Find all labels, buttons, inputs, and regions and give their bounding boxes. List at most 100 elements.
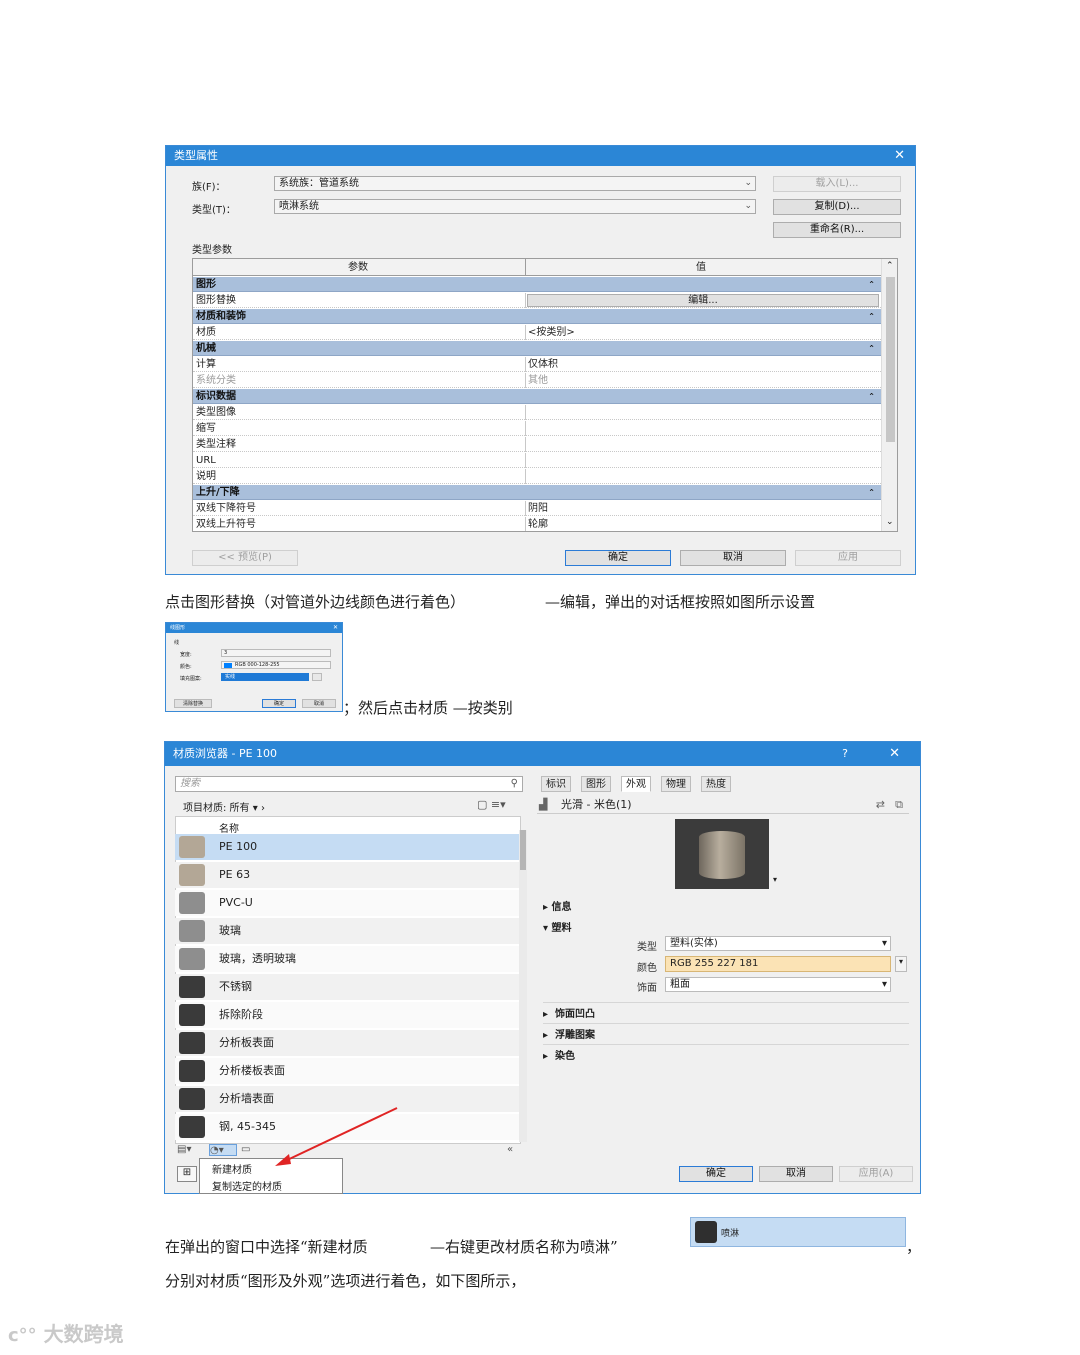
material-list-item[interactable]: 分析板表面 xyxy=(175,1030,521,1056)
section-plastic[interactable]: ▾ 塑料 xyxy=(543,919,572,934)
library-icon[interactable]: ▤▾ xyxy=(177,1144,191,1155)
param-group-row[interactable]: 材质和装饰 ⌃ xyxy=(193,309,881,324)
rename-button[interactable]: 重命名(R)... xyxy=(773,222,901,238)
section-info[interactable]: ▸ 信息 xyxy=(543,898,572,913)
collapse-icon[interactable]: ⌃ xyxy=(868,277,875,292)
type-label: 类型(T)： xyxy=(192,205,236,216)
param-group-row[interactable]: 上升/下降 ⌃ xyxy=(193,485,881,500)
duplicate-button[interactable]: 复制(D)... xyxy=(773,199,901,215)
material-list-item[interactable]: PE 100 xyxy=(175,834,521,860)
watermark-text: 大数跨境 xyxy=(43,1322,124,1346)
material-list-item[interactable]: 分析楼板表面 xyxy=(175,1058,521,1084)
collapse-icon[interactable]: ⌃ xyxy=(868,485,875,500)
param-row: 图形替换 编辑... xyxy=(193,293,881,308)
tab-4[interactable]: 热度 xyxy=(701,776,731,792)
scroll-thumb[interactable] xyxy=(520,830,526,870)
load-button[interactable]: 载入(L)... xyxy=(773,176,901,192)
clear-override-button[interactable]: 清除替换 xyxy=(174,699,212,708)
material-thumbnail xyxy=(179,1004,205,1026)
material-name: 分析板表面 xyxy=(219,1036,274,1049)
mb-ok-button[interactable]: 确定 xyxy=(679,1166,753,1182)
section-bump[interactable]: ▸ 饰面凹凸 xyxy=(543,1002,909,1020)
param-value[interactable]: 阴阳 xyxy=(528,501,548,516)
param-group-row[interactable]: 机械 ⌃ xyxy=(193,341,881,356)
material-list-item[interactable]: 拆除阶段 xyxy=(175,1002,521,1028)
tab-1[interactable]: 图形 xyxy=(581,776,611,792)
param-value[interactable]: <按类别> xyxy=(528,325,575,340)
ok-button[interactable]: 确定 xyxy=(565,550,671,566)
tab-0[interactable]: 标识 xyxy=(541,776,571,792)
group-label: 上升/下降 xyxy=(196,487,240,498)
watermark: ᴄ°° 大数跨境 xyxy=(8,1318,124,1348)
material-list-item[interactable]: PVC-U xyxy=(175,890,521,916)
chevron-down-icon: ⌄ xyxy=(744,201,752,211)
collapse-icon[interactable]: ⌃ xyxy=(868,309,875,324)
preview-button[interactable]: << 预览(P) xyxy=(192,550,298,566)
pattern-field[interactable]: 实线 xyxy=(221,673,309,681)
param-value[interactable]: 其他 xyxy=(528,373,548,388)
section-tint[interactable]: ▸ 染色 xyxy=(543,1044,909,1062)
edit-button[interactable]: 编辑... xyxy=(527,294,879,307)
group-label: 图形 xyxy=(196,279,216,290)
new-material-item[interactable]: 新建材质 xyxy=(212,1161,252,1176)
collapse-icon[interactable]: « xyxy=(507,1144,513,1155)
param-row: 系统分类 其他 xyxy=(193,373,881,388)
mb-filter[interactable]: 项目材质: 所有 ▾ › xyxy=(183,799,265,814)
param-group-row[interactable]: 标识数据 ⌃ xyxy=(193,389,881,404)
grid-scrollbar[interactable]: ⌃ ⌄ xyxy=(881,259,897,531)
type-combo[interactable]: 喷淋系统 ⌄ xyxy=(274,199,756,214)
help-icon[interactable]: ? xyxy=(842,742,848,766)
scroll-up-icon[interactable]: ⌃ xyxy=(886,261,894,271)
duplicate-asset-icon[interactable]: ⧉ xyxy=(895,796,903,814)
collapse-icon[interactable]: ⌃ xyxy=(868,389,875,404)
param-name: URL xyxy=(196,455,216,466)
small-ok-button[interactable]: 确定 xyxy=(262,699,296,708)
family-combo[interactable]: 系统族：管道系统 ⌄ xyxy=(274,176,756,191)
material-list-item[interactable]: 玻璃 xyxy=(175,918,521,944)
close-icon[interactable]: ✕ xyxy=(894,146,905,166)
col-header-name: 名称 xyxy=(219,824,239,835)
preview-dropdown-icon[interactable]: ▾ xyxy=(773,875,777,884)
param-value[interactable]: 轮廓 xyxy=(528,517,548,531)
view-toggle-icon[interactable]: ▢ ≡▾ xyxy=(477,798,506,811)
material-thumbnail xyxy=(179,976,205,998)
scroll-thumb[interactable] xyxy=(886,277,895,442)
section-bump-label: 饰面凹凸 xyxy=(554,1009,595,1020)
small-cancel-button[interactable]: 取消 xyxy=(302,699,336,708)
mb-list-scrollbar[interactable] xyxy=(519,830,527,1142)
panel-icon[interactable]: ⊞ xyxy=(177,1166,197,1182)
color-swatch xyxy=(224,663,232,668)
material-list-item[interactable]: 玻璃，透明玻璃 xyxy=(175,946,521,972)
copy-material-item[interactable]: 复制选定的材质 xyxy=(212,1178,282,1193)
editor-icon[interactable]: ▭ xyxy=(241,1144,250,1155)
color-field[interactable]: RGB 000-128-255 xyxy=(221,661,331,669)
pattern-browse[interactable] xyxy=(312,673,322,681)
create-material-icon[interactable]: ◔▾ xyxy=(209,1144,237,1156)
material-list-item[interactable]: 不锈钢 xyxy=(175,974,521,1000)
close-icon[interactable]: ✕ xyxy=(889,742,900,766)
material-list-item[interactable]: PE 63 xyxy=(175,862,521,888)
tab-2[interactable]: 外观 xyxy=(621,776,651,792)
material-list: PE 100 PE 63 PVC-U 玻璃 玻璃，透明玻璃 不锈钢 拆除阶段分析板表面分析楼… xyxy=(165,834,525,1144)
section-relief[interactable]: ▸ 浮雕图案 xyxy=(543,1023,909,1041)
prop-color-field[interactable]: RGB 255 227 181 xyxy=(665,956,891,972)
mb-cancel-button[interactable]: 取消 xyxy=(759,1166,833,1182)
prop-type-combo[interactable]: 塑料(实体) ▾ xyxy=(665,936,891,951)
mb-search[interactable]: 搜索 ⚲ xyxy=(175,776,523,792)
param-row: 缩写 xyxy=(193,421,881,436)
apply-button[interactable]: 应用 xyxy=(795,550,901,566)
swap-asset-icon[interactable]: ⇄ xyxy=(876,796,885,814)
close-icon[interactable]: ✕ xyxy=(333,623,338,633)
collapse-icon[interactable]: ⌃ xyxy=(868,341,875,356)
param-group-row[interactable]: 图形 ⌃ xyxy=(193,277,881,292)
scroll-down-icon[interactable]: ⌄ xyxy=(886,517,894,527)
width-field[interactable]: 3 xyxy=(221,649,331,657)
mb-apply-button[interactable]: 应用(A) xyxy=(839,1166,913,1182)
param-value[interactable]: 仅体积 xyxy=(528,357,558,372)
cylinder-preview xyxy=(699,831,745,879)
prop-finish-combo[interactable]: 粗面 ▾ xyxy=(665,977,891,992)
tab-3[interactable]: 物理 xyxy=(661,776,691,792)
watermark-logo-icon: ᴄ°° xyxy=(8,1325,37,1346)
color-options-icon[interactable]: ▾ xyxy=(895,956,907,972)
cancel-button[interactable]: 取消 xyxy=(680,550,786,566)
